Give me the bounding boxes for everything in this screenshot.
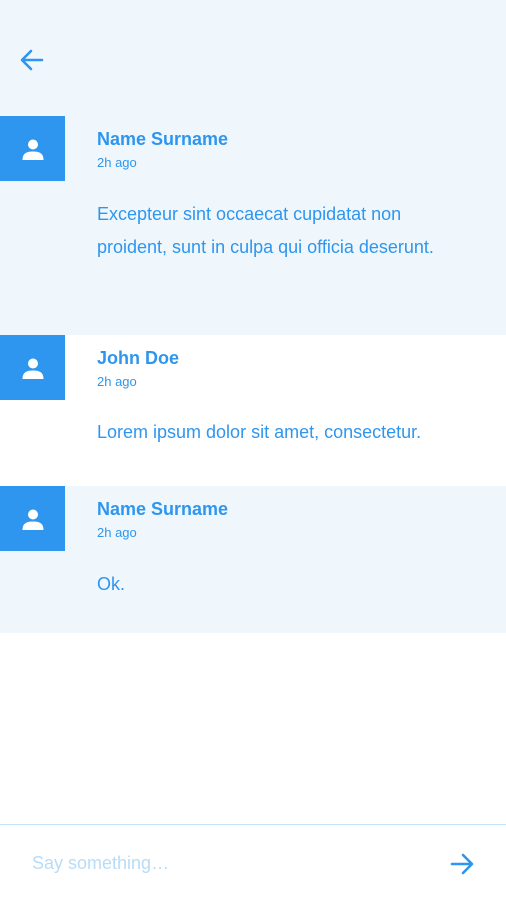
avatar	[0, 335, 65, 400]
message-text: Lorem ipsum dolor sit amet, consectetur.	[97, 422, 422, 442]
avatar	[0, 116, 65, 181]
user-icon	[22, 358, 43, 379]
message-text: Excepteur sint occaecat cupidatat non pr…	[97, 204, 434, 257]
message-item: Name Surname 2h ago Ok.	[0, 486, 506, 633]
message-author: John Doe	[97, 348, 180, 368]
arrow-right-icon	[450, 853, 474, 875]
arrow-left-icon	[20, 49, 44, 71]
back-button[interactable]	[14, 42, 50, 78]
message-input[interactable]	[32, 847, 422, 879]
message-timestamp: 2h ago	[97, 374, 137, 389]
message-author: Name Surname	[97, 129, 229, 149]
user-icon	[22, 509, 43, 530]
message-author: Name Surname	[97, 499, 229, 519]
message-item: Name Surname 2h ago Excepteur sint occae…	[0, 116, 506, 335]
message-timestamp: 2h ago	[97, 525, 137, 540]
message-item: John Doe 2h ago Lorem ipsum dolor sit am…	[0, 335, 506, 486]
message-composer	[0, 824, 506, 900]
send-button[interactable]	[444, 846, 480, 882]
avatar	[0, 486, 65, 551]
message-timestamp: 2h ago	[97, 155, 137, 170]
top-bar	[0, 0, 506, 116]
message-text: Ok.	[97, 574, 126, 594]
user-icon	[22, 139, 43, 160]
chat-screen: Name Surname 2h ago Excepteur sint occae…	[0, 0, 506, 900]
